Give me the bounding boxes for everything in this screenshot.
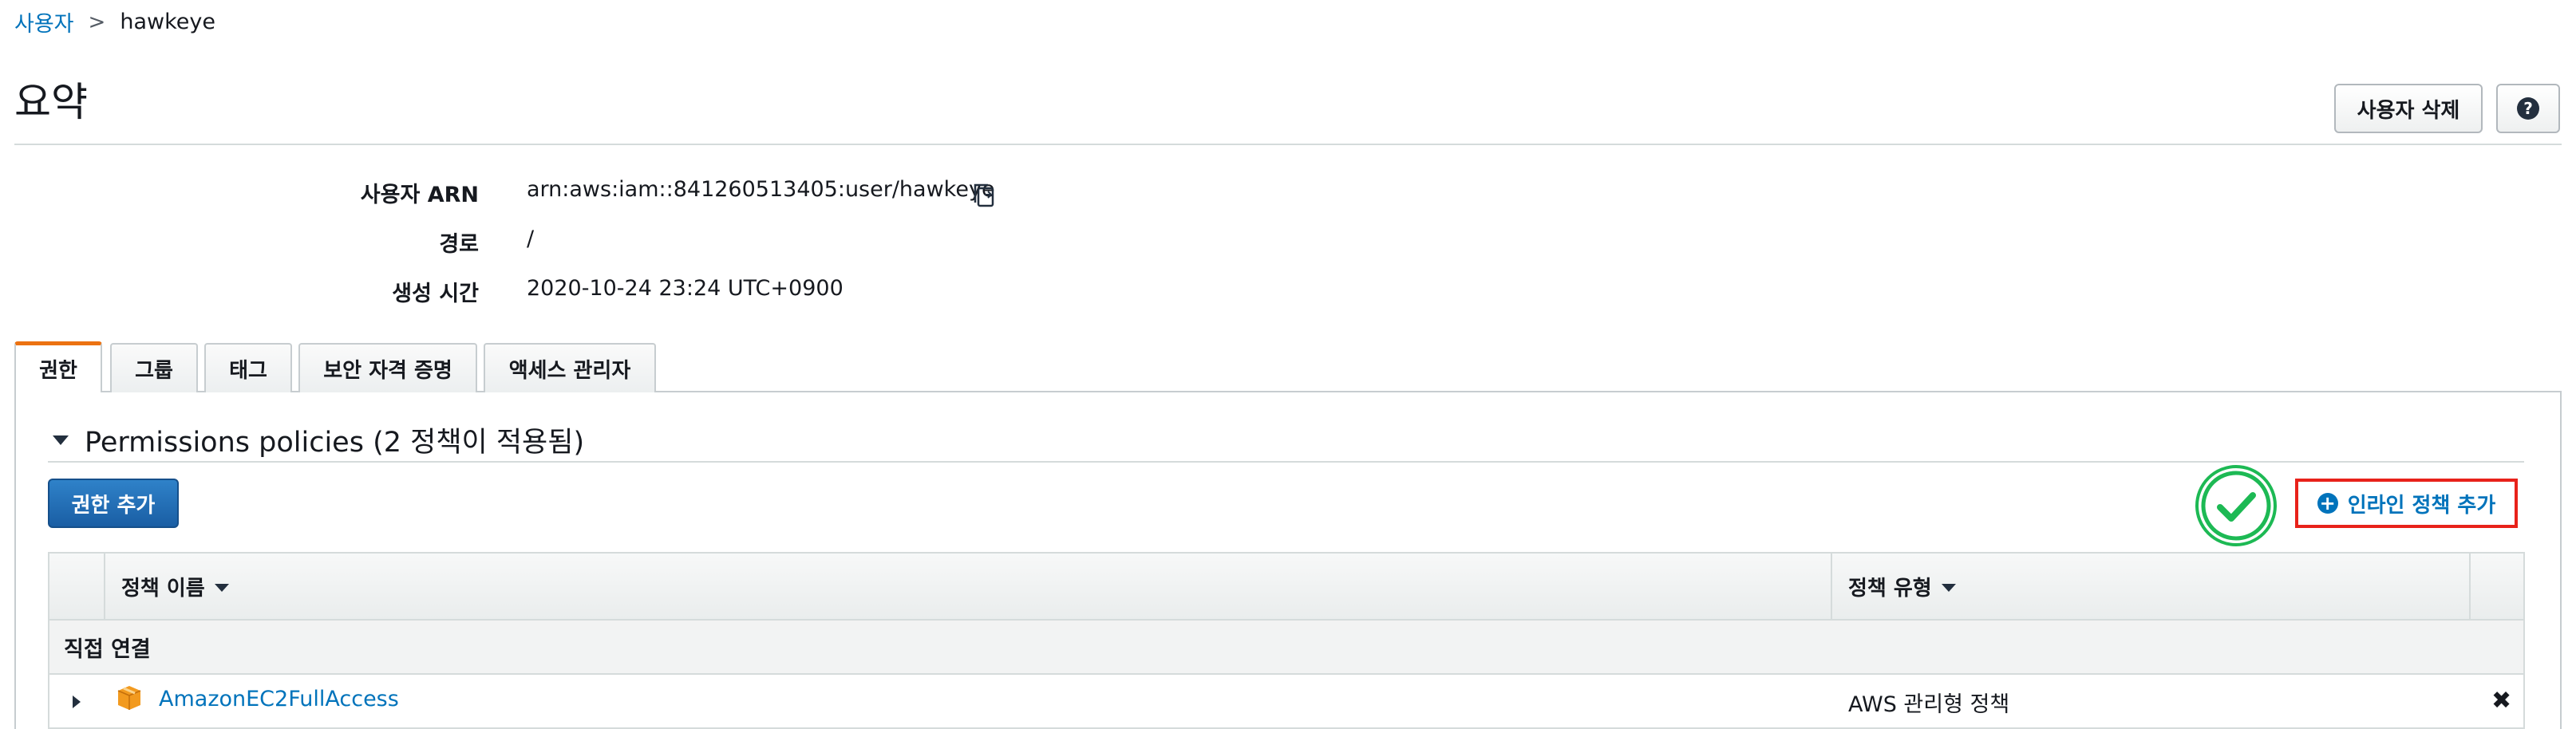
header-divider — [14, 144, 2562, 145]
group-row-direct-attached: 직접 연결 — [48, 621, 2525, 675]
created-value: 2020-10-24 23:24 UTC+0900 — [527, 276, 844, 301]
section-divider — [48, 461, 2524, 463]
column-header-policy-type[interactable]: 정책 유형 — [1848, 552, 1956, 621]
breadcrumb-current: hawkeye — [120, 10, 215, 34]
column-divider — [2469, 554, 2471, 621]
add-inline-policy-link[interactable]: + 인라인 정책 추가 — [2295, 479, 2518, 528]
copy-icon[interactable] — [970, 182, 999, 212]
package-icon — [117, 686, 141, 710]
path-value: / — [527, 227, 535, 251]
remove-icon[interactable]: ✖ — [2491, 687, 2511, 715]
plus-circle-icon: + — [2317, 493, 2338, 514]
panel-right-border — [2560, 391, 2562, 729]
caret-down-icon — [53, 435, 69, 445]
column-divider — [1831, 554, 1832, 621]
policy-type-value: AWS 관리형 정책 — [1848, 692, 2010, 717]
created-label: 생성 시간 — [392, 282, 479, 306]
table-row — [48, 675, 2525, 729]
page-title: 요약 — [14, 79, 88, 125]
delete-user-button[interactable]: 사용자 삭제 — [2334, 84, 2483, 133]
arn-value: arn:aws:iam::841260513405:user/hawkeye — [527, 177, 995, 202]
column-divider — [104, 554, 105, 621]
tab-security-credentials[interactable]: 보안 자격 증명 — [298, 343, 477, 392]
tab-tags[interactable]: 태그 — [204, 343, 292, 392]
permissions-section-title: Permissions policies (2 정책이 적용됨) — [85, 427, 585, 459]
permissions-section-header[interactable]: Permissions policies (2 정책이 적용됨) — [53, 420, 584, 460]
breadcrumb-separator: > — [88, 10, 106, 34]
sort-caret-icon — [1941, 584, 1956, 592]
breadcrumb-users-link[interactable]: 사용자 — [14, 6, 74, 37]
breadcrumb: 사용자 > hawkeye — [14, 6, 215, 37]
column-header-policy-name[interactable]: 정책 이름 — [121, 552, 229, 621]
group-row-label: 직접 연결 — [64, 636, 151, 662]
column-header-policy-type-label: 정책 유형 — [1848, 576, 1932, 601]
sort-caret-icon — [214, 584, 229, 592]
tab-groups[interactable]: 그룹 — [110, 343, 198, 392]
panel-left-border — [14, 391, 16, 729]
arn-label: 사용자 ARN — [360, 183, 479, 207]
tab-permissions[interactable]: 권한 — [14, 341, 102, 392]
column-header-policy-name-label: 정책 이름 — [121, 576, 205, 601]
expand-caret-icon[interactable] — [73, 696, 81, 708]
checkmark-icon — [2195, 465, 2277, 546]
table-header-row — [48, 552, 2525, 621]
policy-name-link[interactable]: AmazonEC2FullAccess — [159, 687, 399, 711]
path-label: 경로 — [439, 232, 479, 257]
help-button[interactable]: ? — [2496, 84, 2560, 133]
add-permission-button[interactable]: 권한 추가 — [48, 479, 179, 528]
tab-access-advisor[interactable]: 액세스 관리자 — [484, 343, 656, 392]
add-inline-policy-label: 인라인 정책 추가 — [2347, 493, 2496, 518]
help-icon: ? — [2517, 97, 2539, 120]
